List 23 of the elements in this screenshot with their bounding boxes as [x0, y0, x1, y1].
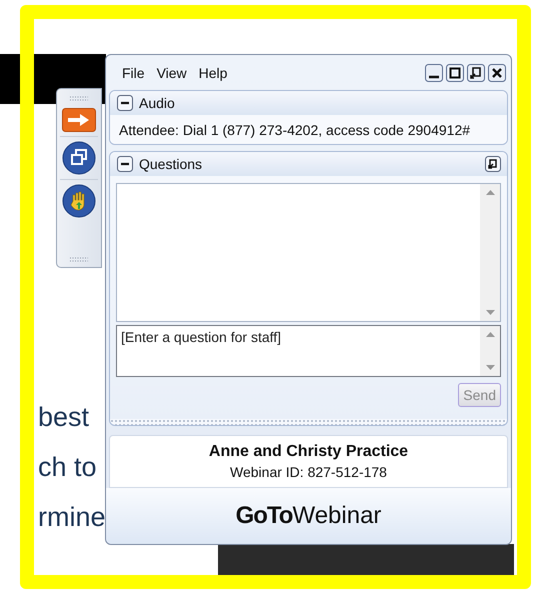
- grip-icon[interactable]: [69, 257, 89, 262]
- minimize-icon[interactable]: [425, 64, 443, 82]
- webinar-id: Webinar ID: 827-512-178: [229, 463, 388, 482]
- close-icon[interactable]: [488, 64, 506, 82]
- maximize-icon[interactable]: [446, 64, 464, 82]
- question-input-field[interactable]: [Enter a question for staff]: [116, 325, 501, 377]
- menu-item[interactable]: Help: [194, 64, 236, 80]
- webinar-name: Anne and Christy Practice: [208, 442, 410, 462]
- brand-logo: GoToWebinar: [106, 488, 511, 544]
- windows-icon[interactable]: [62, 141, 96, 175]
- menu-item[interactable]: File: [118, 64, 153, 80]
- popout-icon[interactable]: [467, 64, 485, 82]
- background-text: best: [38, 401, 90, 434]
- popout-icon[interactable]: [485, 156, 501, 172]
- background-text: ch to: [38, 451, 97, 484]
- collapse-icon[interactable]: [117, 156, 133, 172]
- grip-icon[interactable]: [69, 96, 89, 101]
- menu-item[interactable]: View: [152, 64, 195, 80]
- section-title: Audio: [139, 95, 175, 111]
- section-title: Questions: [139, 156, 202, 172]
- collapse-icon[interactable]: [117, 95, 133, 111]
- hand-icon[interactable]: [62, 184, 96, 218]
- background-text: rmine: [38, 501, 106, 534]
